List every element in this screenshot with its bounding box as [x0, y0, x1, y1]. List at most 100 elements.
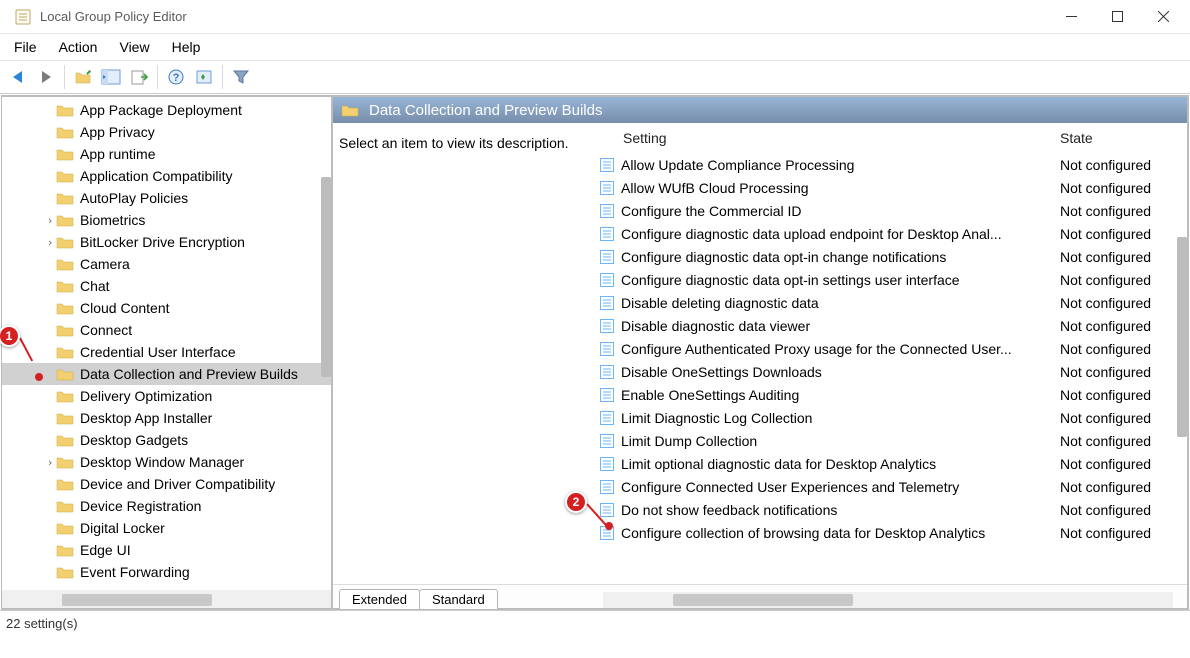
setting-name: Enable OneSettings Auditing [621, 387, 1060, 403]
setting-state: Not configured [1060, 433, 1187, 449]
tree-item[interactable]: ›Desktop Window Manager [2, 451, 331, 473]
setting-row[interactable]: Do not show feedback notificationsNot co… [597, 498, 1187, 521]
tree-item[interactable]: Event Forwarding [2, 561, 331, 583]
settings-horizontal-scrollbar[interactable] [673, 594, 853, 606]
tree-item[interactable]: Edge UI [2, 539, 331, 561]
folder-icon [56, 301, 74, 315]
tree-item[interactable]: Delivery Optimization [2, 385, 331, 407]
close-button[interactable] [1140, 2, 1186, 32]
expander-icon[interactable]: › [44, 236, 56, 249]
setting-name: Configure Authenticated Proxy usage for … [621, 341, 1060, 357]
column-header-setting[interactable]: Setting [597, 130, 1060, 146]
tree-item[interactable]: AutoPlay Policies [2, 187, 331, 209]
column-header-state[interactable]: State [1060, 130, 1187, 146]
setting-row[interactable]: Limit Dump CollectionNot configured [597, 429, 1187, 452]
tree-item-label: Event Forwarding [80, 564, 190, 580]
setting-row[interactable]: Configure diagnostic data opt-in change … [597, 245, 1187, 268]
maximize-button[interactable] [1094, 2, 1140, 32]
svg-text:?: ? [173, 72, 180, 84]
folder-icon [56, 565, 74, 579]
setting-row[interactable]: Disable diagnostic data viewerNot config… [597, 314, 1187, 337]
tree-item[interactable]: Desktop Gadgets [2, 429, 331, 451]
setting-row[interactable]: Disable deleting diagnostic dataNot conf… [597, 291, 1187, 314]
tree-item-label: Chat [80, 278, 110, 294]
policy-icon [599, 249, 615, 265]
menubar: File Action View Help [0, 34, 1190, 60]
annotation-1-dot [35, 373, 43, 381]
tree-item[interactable]: Chat [2, 275, 331, 297]
expander-icon[interactable]: › [44, 214, 56, 227]
folder-icon [56, 323, 74, 337]
folder-icon [56, 367, 74, 381]
setting-row[interactable]: Allow WUfB Cloud ProcessingNot configure… [597, 176, 1187, 199]
details-pane: Data Collection and Preview Builds Selec… [333, 95, 1189, 610]
tree-item[interactable]: Cloud Content [2, 297, 331, 319]
setting-state: Not configured [1060, 410, 1187, 426]
forward-button[interactable] [32, 63, 60, 91]
setting-row[interactable]: Limit Diagnostic Log CollectionNot confi… [597, 406, 1187, 429]
setting-row[interactable]: Configure Authenticated Proxy usage for … [597, 337, 1187, 360]
tree-item[interactable]: Device Registration [2, 495, 331, 517]
setting-row[interactable]: Configure diagnostic data opt-in setting… [597, 268, 1187, 291]
tree-item[interactable]: App runtime [2, 143, 331, 165]
setting-row[interactable]: Configure collection of browsing data fo… [597, 521, 1187, 544]
tree-item[interactable]: Device and Driver Compatibility [2, 473, 331, 495]
up-button[interactable] [69, 63, 97, 91]
annotation-2: 2 [565, 491, 587, 513]
menu-file[interactable]: File [14, 39, 37, 55]
setting-state: Not configured [1060, 318, 1187, 334]
setting-row[interactable]: Allow Update Compliance ProcessingNot co… [597, 153, 1187, 176]
statusbar-text: 22 setting(s) [6, 616, 78, 631]
details-header: Data Collection and Preview Builds [333, 97, 1187, 123]
setting-row[interactable]: Configure the Commercial IDNot configure… [597, 199, 1187, 222]
tree-item[interactable]: Camera [2, 253, 331, 275]
show-hide-tree-button[interactable] [97, 63, 125, 91]
tree-item[interactable]: Application Compatibility [2, 165, 331, 187]
back-button[interactable] [4, 63, 32, 91]
tree-item[interactable]: Desktop App Installer [2, 407, 331, 429]
setting-row[interactable]: Configure Connected User Experiences and… [597, 475, 1187, 498]
setting-state: Not configured [1060, 226, 1187, 242]
tree-item[interactable]: App Privacy [2, 121, 331, 143]
folder-icon [56, 433, 74, 447]
tree-item[interactable]: Connect [2, 319, 331, 341]
setting-row[interactable]: Disable OneSettings DownloadsNot configu… [597, 360, 1187, 383]
tree-item[interactable]: ›Biometrics [2, 209, 331, 231]
tree-vertical-scrollbar[interactable] [321, 177, 331, 377]
minimize-button[interactable] [1048, 2, 1094, 32]
policy-icon [599, 295, 615, 311]
policy-icon [599, 226, 615, 242]
setting-state: Not configured [1060, 479, 1187, 495]
menu-view[interactable]: View [119, 39, 149, 55]
setting-row[interactable]: Configure diagnostic data upload endpoin… [597, 222, 1187, 245]
tree-item-label: Credential User Interface [80, 344, 236, 360]
tree-item[interactable]: Credential User Interface [2, 341, 331, 363]
export-button[interactable] [125, 63, 153, 91]
expander-icon[interactable]: › [44, 456, 56, 469]
menu-action[interactable]: Action [59, 39, 98, 55]
filter-button[interactable] [227, 63, 255, 91]
setting-state: Not configured [1060, 157, 1187, 173]
tab-standard[interactable]: Standard [419, 589, 498, 609]
setting-name: Allow WUfB Cloud Processing [621, 180, 1060, 196]
tree-horizontal-scrollbar[interactable] [62, 594, 212, 606]
setting-row[interactable]: Limit optional diagnostic data for Deskt… [597, 452, 1187, 475]
tree-item[interactable]: Data Collection and Preview Builds [2, 363, 331, 385]
setting-row[interactable]: Enable OneSettings AuditingNot configure… [597, 383, 1187, 406]
window-title: Local Group Policy Editor [40, 9, 187, 24]
details-vertical-scrollbar[interactable] [1177, 237, 1187, 437]
tree-item[interactable]: App Package Deployment [2, 99, 331, 121]
tree-item[interactable]: › BitLocker Drive Encryption [2, 231, 331, 253]
properties-button[interactable] [190, 63, 218, 91]
menu-help[interactable]: Help [172, 39, 201, 55]
tree-item-label: App Package Deployment [80, 102, 242, 118]
tree-item[interactable]: Digital Locker [2, 517, 331, 539]
policy-icon [599, 364, 615, 380]
folder-icon [56, 477, 74, 491]
folder-icon [56, 125, 74, 139]
tree-item-label: BitLocker Drive Encryption [80, 234, 245, 250]
help-button[interactable]: ? [162, 63, 190, 91]
tree-item-label: Connect [80, 322, 132, 338]
tree-item-label: Application Compatibility [80, 168, 233, 184]
tab-extended[interactable]: Extended [339, 589, 420, 609]
